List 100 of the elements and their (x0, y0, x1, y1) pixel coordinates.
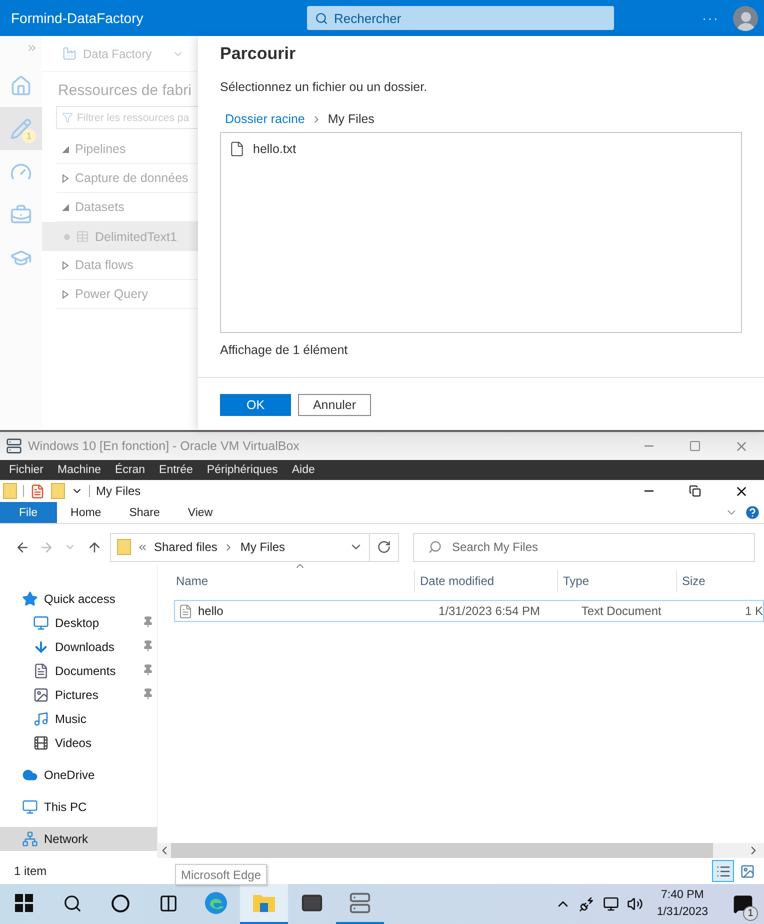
tooltip: Microsoft Edge (175, 864, 268, 885)
file-name[interactable]: hello.txt (253, 142, 296, 156)
column-header[interactable]: Size (676, 570, 756, 592)
network-icon (22, 831, 38, 847)
breadcrumb-current: My Files (328, 112, 374, 126)
text-file-icon (178, 604, 193, 618)
app-title: Formind-DataFactory (11, 10, 144, 26)
properties-icon[interactable] (30, 484, 45, 498)
date-cell-text: 1/31/2023 6:54 PM (438, 603, 541, 620)
nav-pane-item[interactable]: OneDrive (0, 763, 157, 787)
windows-logo-icon (15, 894, 33, 912)
search-field[interactable]: Rechercher (307, 6, 614, 30)
file-icon (229, 141, 245, 157)
size-cell-text: 1 K (744, 603, 763, 620)
server-icon (349, 892, 371, 914)
ribbon-tab[interactable]: Share (115, 502, 174, 523)
picture-icon (33, 687, 49, 703)
search-icon (315, 12, 328, 24)
pencil-icon (10, 118, 32, 140)
cancel-button[interactable]: Annuler (298, 394, 371, 416)
cloud-icon (22, 767, 38, 783)
status-text: 1 item (14, 864, 47, 878)
star-icon (22, 591, 38, 607)
menu-item[interactable]: Entrée (159, 464, 193, 476)
network-icon[interactable] (602, 896, 619, 912)
picture-icon (740, 864, 754, 878)
nav-pane-item[interactable]: Downloads (0, 635, 157, 659)
music-note-icon (33, 711, 49, 727)
avatar-icon[interactable] (733, 6, 758, 30)
search-field[interactable]: Search My Files (413, 532, 755, 562)
instruction-text: Sélectionnez un fichier ou un dossier. (220, 80, 428, 94)
horizontal-scrollbar[interactable] (158, 843, 764, 858)
folder-icon (252, 893, 276, 913)
collapsed-triangle-icon (62, 174, 69, 182)
collapsed-triangle-icon (62, 260, 69, 270)
collapsed-triangle-icon (62, 290, 69, 298)
notification-count: 1 (743, 906, 758, 921)
nav-pane-item[interactable]: Quick access (0, 587, 157, 611)
toolbox-icon (10, 204, 32, 226)
ribbon-tab[interactable]: Home (56, 502, 116, 523)
document-icon (33, 663, 49, 679)
nav-pane-item[interactable]: This PC (0, 795, 157, 819)
edge-browser-icon (204, 891, 228, 915)
nav-pane-item[interactable]: Pictures (0, 683, 157, 707)
clock[interactable]: 7:40 PM 1/31/2023 (656, 887, 708, 921)
column-header[interactable]: Name (158, 570, 414, 592)
expanded-triangle-icon (62, 204, 69, 210)
home-icon (10, 74, 32, 96)
path-segment[interactable]: My Files (240, 540, 286, 554)
window-title: My Files (96, 484, 141, 498)
nav-pane-item[interactable]: Network (0, 827, 157, 851)
list-icon (716, 864, 730, 878)
filter-icon (62, 112, 73, 123)
file-row[interactable]: hello 1/31/2023 6:54 PM Text Document 1 K (174, 600, 764, 622)
column-header[interactable]: Type (557, 570, 676, 592)
table-icon (76, 230, 89, 243)
taskbar-app-button[interactable] (240, 884, 288, 924)
nav-pane-item[interactable]: Desktop (0, 611, 157, 635)
ribbon-tab[interactable]: View (174, 502, 227, 523)
window-title: Windows 10 [En fonction] - Oracle VM VirtualBox (28, 439, 300, 453)
overflow-icon (137, 542, 148, 552)
details-view-button[interactable] (712, 860, 734, 882)
notification-icon[interactable] (733, 894, 753, 914)
breadcrumb-link[interactable]: Dossier racine (225, 112, 305, 126)
folder-icon (3, 483, 17, 499)
factory-icon (62, 46, 77, 61)
computer-icon (22, 799, 38, 815)
address-bar[interactable]: Shared files My Files (110, 532, 370, 562)
ok-button[interactable]: OK (220, 394, 291, 416)
menu-item[interactable]: Périphériques (206, 464, 278, 476)
path-segment[interactable]: Shared files (154, 540, 218, 554)
panel-title: Ressources de fabri (57, 81, 192, 101)
menu-item[interactable]: Machine (58, 464, 101, 476)
search-icon (62, 894, 82, 912)
speaker-icon[interactable] (626, 896, 643, 912)
app-icon (6, 438, 22, 454)
expanded-triangle-icon (62, 146, 69, 152)
menu-item[interactable]: Fichier (9, 464, 44, 476)
refresh-icon (377, 540, 391, 554)
search-icon (428, 540, 442, 554)
count-badge: 1 (22, 129, 36, 143)
nav-pane-item[interactable]: Documents (0, 659, 157, 683)
maximize-icon[interactable] (689, 440, 701, 452)
menu-item[interactable]: Écran (114, 464, 146, 476)
nav-pane-item[interactable]: Videos (0, 731, 157, 755)
nav-pane-item[interactable]: Music (0, 707, 157, 731)
refresh-button[interactable] (370, 532, 399, 562)
restore-icon[interactable] (689, 485, 701, 497)
desktop-icon (33, 615, 49, 631)
help-icon[interactable] (744, 504, 761, 521)
circle-icon (110, 894, 130, 912)
file-menu-tab[interactable]: File (0, 502, 57, 523)
type-cell-text: Text Document (580, 603, 662, 620)
power-plug-icon[interactable] (578, 896, 595, 912)
menu-item[interactable]: Aide (292, 464, 315, 476)
file-name: hello (198, 604, 224, 618)
task-view-icon (158, 894, 178, 912)
folder-icon (117, 539, 131, 555)
item-count: Affichage de 1 élément (220, 343, 349, 357)
column-header[interactable]: Date modified (414, 570, 557, 592)
